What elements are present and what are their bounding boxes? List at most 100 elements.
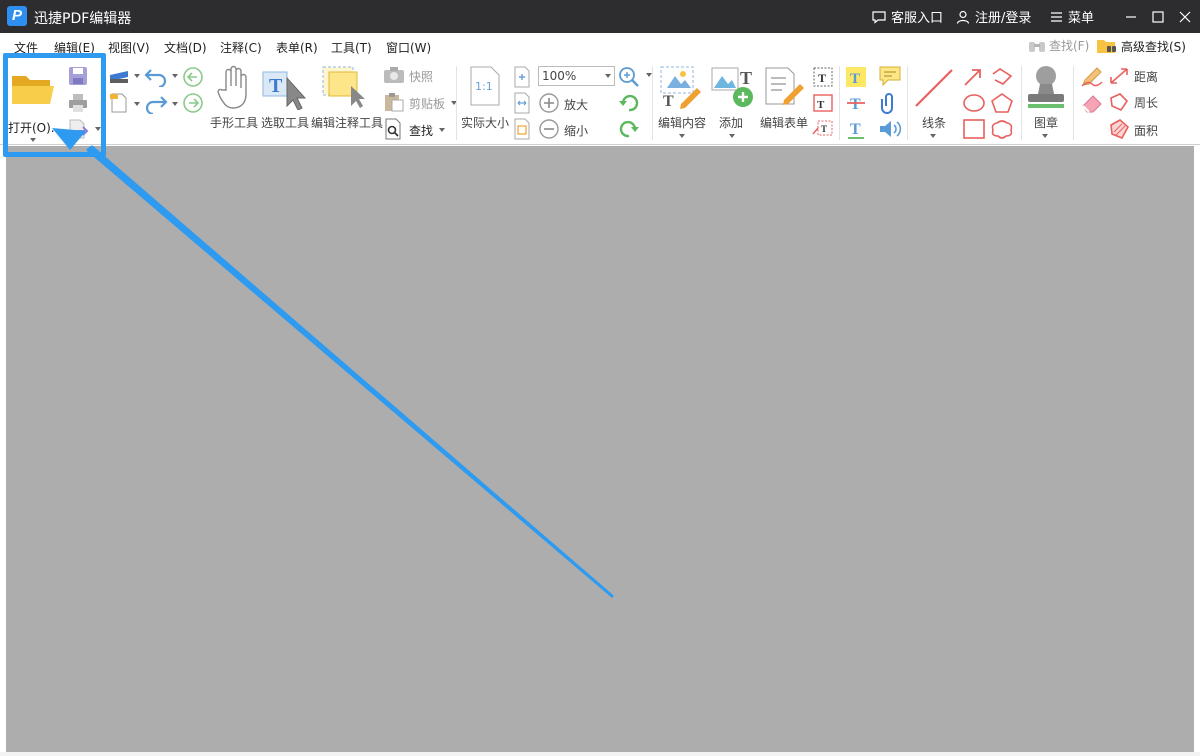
hand-icon — [217, 65, 247, 109]
highlight-text-icon[interactable]: T — [845, 66, 867, 88]
app-logo-icon: P — [7, 6, 27, 26]
area-button[interactable]: 面积 — [1108, 118, 1178, 140]
scanner-dropdown-caret — [134, 74, 140, 78]
eraser-icon[interactable] — [1080, 92, 1104, 114]
select-tool-button[interactable]: T 选取工具 — [259, 64, 311, 136]
service-entry-button[interactable]: 客服入口 — [872, 0, 943, 33]
menu-bar: 文件 编辑(E) 视图(V) 文档(D) 注释(C) 表单(R) 工具(T) 窗… — [0, 33, 1200, 60]
close-button[interactable] — [1170, 0, 1200, 33]
app-title: 迅捷PDF编辑器 — [34, 11, 132, 27]
folder-search-icon — [1097, 40, 1116, 53]
svg-text:T: T — [663, 93, 674, 110]
rotate-right-icon[interactable] — [618, 118, 640, 140]
magnifier-icon[interactable] — [618, 66, 642, 88]
fit-page-icon[interactable] — [512, 66, 532, 88]
rotate-left-icon[interactable] — [618, 92, 640, 114]
lines-dropdown-caret — [930, 134, 936, 138]
document-area[interactable] — [6, 146, 1194, 752]
polygon-shape-icon[interactable] — [990, 92, 1014, 114]
separator — [456, 66, 457, 140]
perimeter-button[interactable]: 周长 — [1108, 92, 1178, 112]
chat-icon — [872, 10, 886, 24]
edit-annotation-icon — [322, 66, 365, 108]
maximize-button[interactable] — [1143, 0, 1173, 33]
note-icon[interactable] — [878, 65, 902, 87]
edit-content-button[interactable]: T 编辑内容 — [655, 64, 709, 140]
minimize-button[interactable] — [1116, 0, 1146, 33]
edit-form-button[interactable]: 编辑表单 — [758, 64, 810, 140]
callout-text-icon[interactable]: T — [812, 118, 834, 140]
svg-text:T: T — [821, 124, 827, 134]
menu-document[interactable]: 文档(D) — [164, 39, 207, 56]
redo-dropdown-caret — [172, 102, 178, 106]
ellipse-shape-icon[interactable] — [962, 92, 986, 114]
snapshot-button[interactable]: 快照 — [383, 66, 453, 86]
separator — [907, 66, 908, 140]
arrow-shape-icon[interactable] — [962, 66, 984, 88]
login-button[interactable]: 注册/登录 — [956, 0, 1031, 33]
edit-form-label: 编辑表单 — [760, 116, 809, 130]
add-label: 添加 — [719, 116, 744, 130]
rectangle-shape-icon[interactable] — [962, 118, 986, 140]
user-icon — [956, 10, 970, 24]
text-field-icon[interactable]: T — [812, 66, 834, 88]
text-box-icon[interactable]: T — [812, 92, 834, 114]
find-document-icon — [385, 118, 401, 140]
svg-text:T: T — [850, 121, 861, 138]
menu-tools[interactable]: 工具(T) — [331, 39, 372, 56]
right-border — [1194, 146, 1200, 756]
stamp-button[interactable]: 图章 — [1022, 64, 1070, 140]
new-document-icon[interactable] — [108, 92, 130, 114]
redo-icon[interactable] — [144, 94, 168, 114]
find-tool-button[interactable]: 查找 — [383, 118, 453, 140]
lines-button[interactable]: 线条 — [910, 64, 958, 140]
actual-size-glyph: 1:1 — [475, 80, 493, 93]
polyline-shape-icon[interactable] — [990, 66, 1014, 88]
menu-view[interactable]: 视图(V) — [108, 39, 150, 56]
close-icon — [1179, 11, 1191, 22]
pencil-icon[interactable] — [1080, 66, 1104, 88]
new-dropdown-caret — [134, 102, 140, 106]
undo-icon[interactable] — [144, 67, 168, 87]
hand-tool-label: 手形工具 — [210, 116, 259, 130]
clipboard-button[interactable]: 剪贴板 — [383, 92, 463, 112]
scanner-icon[interactable] — [108, 67, 130, 85]
separator — [839, 66, 840, 140]
hand-tool-button[interactable]: 手形工具 — [208, 64, 260, 136]
edit-annotation-label: 编辑注释工具 — [311, 116, 384, 130]
distance-label: 距离 — [1134, 70, 1159, 84]
fit-visible-icon[interactable] — [512, 118, 532, 140]
actual-size-button[interactable]: 1:1 实际大小 — [459, 64, 511, 136]
strikethrough-icon[interactable]: T — [845, 92, 867, 114]
zoom-combobox[interactable]: 100% — [538, 66, 615, 86]
zoom-dropdown-caret — [605, 74, 611, 78]
zoom-out-label: 缩小 — [564, 124, 589, 138]
menu-comment[interactable]: 注释(C) — [220, 39, 262, 56]
separator — [1073, 66, 1074, 140]
main-menu-button[interactable]: 菜单 — [1050, 0, 1094, 33]
svg-text:T: T — [818, 71, 826, 85]
audio-icon[interactable] — [878, 118, 902, 140]
zoom-out-button[interactable]: 缩小 — [538, 118, 598, 140]
main-menu-label: 菜单 — [1068, 11, 1095, 26]
status-strip — [0, 752, 1200, 756]
area-label: 面积 — [1134, 124, 1159, 138]
binoculars-icon — [1029, 41, 1045, 52]
fit-width-icon[interactable] — [512, 92, 532, 114]
zoom-in-button[interactable]: 放大 — [538, 92, 598, 114]
add-button[interactable]: T 添加 — [708, 64, 758, 140]
cloud-shape-icon[interactable] — [990, 118, 1014, 140]
back-icon[interactable] — [182, 66, 204, 88]
advanced-find-button[interactable]: 高级查找(S) — [1096, 37, 1186, 55]
edit-annotation-tool-button[interactable]: 编辑注释工具 — [309, 64, 383, 136]
forward-icon[interactable] — [182, 92, 204, 114]
clipboard-icon — [385, 93, 404, 112]
distance-button[interactable]: 距离 — [1108, 66, 1178, 86]
add-icon: T — [711, 67, 753, 107]
hamburger-icon — [1051, 11, 1062, 22]
underline-icon[interactable]: T — [845, 118, 867, 140]
find-button[interactable]: 查找(F) — [1028, 37, 1089, 54]
menu-form[interactable]: 表单(R) — [276, 39, 318, 56]
attachment-icon[interactable] — [878, 92, 900, 114]
menu-window[interactable]: 窗口(W) — [386, 39, 431, 56]
